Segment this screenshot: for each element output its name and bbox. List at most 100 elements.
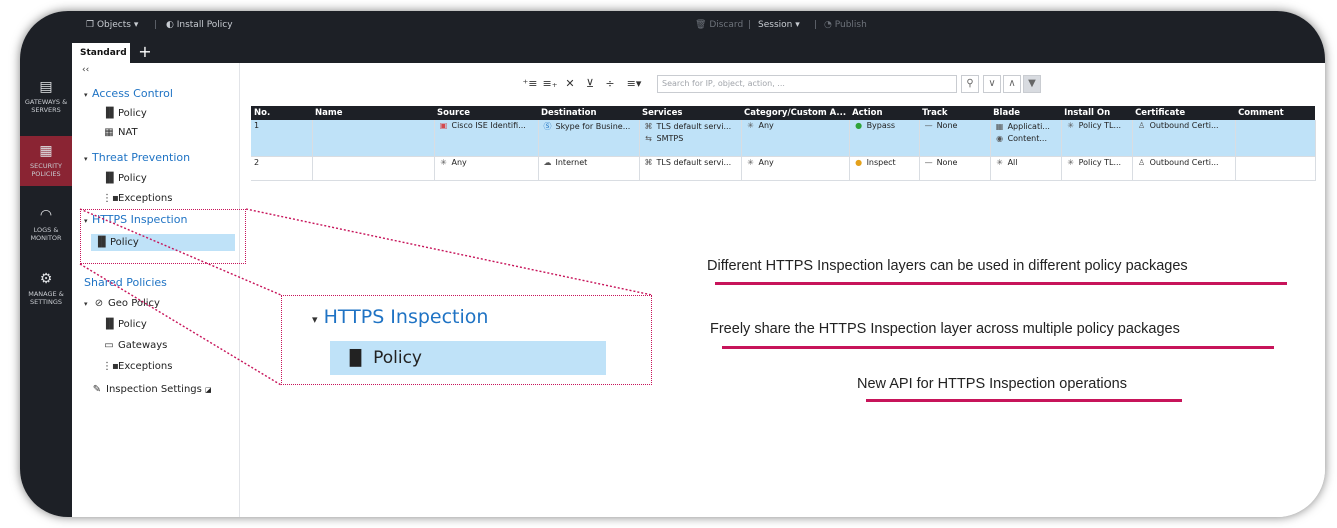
cell-blade[interactable]: ✳ All bbox=[990, 156, 1062, 181]
tree-tp-exceptions[interactable]: ⋮▪Exceptions bbox=[102, 193, 172, 204]
col-install-on[interactable]: Install On bbox=[1061, 106, 1133, 120]
delete-rule-icon[interactable]: ✕ bbox=[561, 75, 579, 93]
cell-comment[interactable] bbox=[1235, 120, 1316, 157]
cell-name[interactable] bbox=[312, 120, 435, 157]
external-window-icon: ◪ bbox=[205, 386, 212, 394]
add-tab-button[interactable]: + bbox=[136, 41, 154, 63]
separator: | bbox=[154, 20, 158, 30]
cell-comment[interactable] bbox=[1235, 156, 1316, 181]
chevron-down-icon: ▾ bbox=[84, 91, 88, 99]
col-track[interactable]: Track bbox=[919, 106, 991, 120]
table-row[interactable]: 1 ▣ Cisco ISE Identifi... Ⓢ Skype for Busi… bbox=[251, 120, 1316, 157]
objects-menu[interactable]: ❐ Objects ▾ bbox=[86, 20, 138, 30]
publish-icon: ◔ bbox=[824, 20, 832, 30]
policy-icon: ▐▌ bbox=[102, 108, 118, 119]
tab-bar: Standard + bbox=[72, 41, 1325, 63]
cell-track[interactable]: — None bbox=[919, 120, 991, 157]
table-row[interactable]: 2 ✳ Any ☁ Internet ⌘ TLS default servi... ✳… bbox=[251, 156, 1316, 181]
nav-logs-monitor[interactable]: ◠ LOGS & MONITOR bbox=[20, 207, 72, 257]
add-rule-below-icon[interactable]: ≡₊ bbox=[541, 75, 559, 93]
tree-exceptions[interactable]: ⋮▪Exceptions bbox=[102, 361, 172, 372]
tree-inspection-settings[interactable]: ✎ Inspection Settings ◪ bbox=[90, 384, 212, 395]
application-icon: ▦ bbox=[995, 122, 1004, 131]
search-icon[interactable]: ⚲ bbox=[961, 75, 979, 93]
any-icon: ✳ bbox=[996, 157, 1003, 167]
cell-action[interactable]: ● Bypass bbox=[849, 120, 920, 157]
chevron-down-icon[interactable]: ∨ bbox=[983, 75, 1001, 93]
cell-destination[interactable]: Ⓢ Skype for Busine... bbox=[538, 120, 640, 157]
tree-threat-prevention[interactable]: ▾ Threat Prevention bbox=[84, 151, 190, 164]
cell-source[interactable]: ✳ Any bbox=[434, 156, 539, 181]
cell-services[interactable]: ⌘ TLS default servi... bbox=[639, 156, 742, 181]
publish-button[interactable]: ◔ Publish bbox=[824, 20, 867, 30]
note-new-api: New API for HTTPS Inspection operations bbox=[857, 376, 1127, 392]
inspect-icon: ● bbox=[855, 157, 863, 167]
cell-install-on[interactable]: ✳ Policy TL... bbox=[1061, 120, 1133, 157]
collapse-icon[interactable]: ÷ bbox=[601, 75, 619, 93]
any-icon: ✳ bbox=[747, 157, 754, 167]
cell-destination[interactable]: ☁ Internet bbox=[538, 156, 640, 181]
cell-action[interactable]: ● Inspect bbox=[849, 156, 920, 181]
cell-certificate[interactable]: ♙ Outbound Certi... bbox=[1132, 156, 1236, 181]
tree-access-control[interactable]: ▾ Access Control bbox=[84, 87, 173, 100]
col-name[interactable]: Name bbox=[312, 106, 434, 120]
trash-icon: 🗑 bbox=[695, 20, 707, 30]
policy-icon: ▐▌ bbox=[344, 349, 368, 367]
tree-tp-policy[interactable]: ▐▌Policy bbox=[102, 173, 147, 184]
cell-track[interactable]: — None bbox=[919, 156, 991, 181]
cell-source[interactable]: ▣ Cisco ISE Identifi... bbox=[434, 120, 539, 157]
cell-name[interactable] bbox=[312, 156, 435, 181]
zoom-policy: ▐▌ Policy bbox=[330, 341, 606, 375]
separator: | bbox=[814, 20, 818, 30]
identity-icon: ▣ bbox=[439, 121, 448, 130]
chevron-down-icon: ▾ bbox=[312, 313, 318, 326]
service-group-icon: ⌘ bbox=[644, 157, 653, 167]
any-icon: ✳ bbox=[747, 121, 754, 130]
cell-no: 2 bbox=[251, 156, 313, 181]
any-icon: ✳ bbox=[1067, 121, 1074, 130]
cell-services[interactable]: ⌘ TLS default servi... ⇆ SMTPS bbox=[639, 120, 742, 157]
col-destination[interactable]: Destination bbox=[538, 106, 639, 120]
tab-standard[interactable]: Standard bbox=[72, 43, 130, 63]
filter-icon[interactable]: ▼ bbox=[1023, 75, 1041, 93]
gateways-icon: ▤ bbox=[39, 79, 53, 95]
collapse-tree-button[interactable]: ‹‹ bbox=[82, 65, 89, 75]
wrench-icon: ✎ bbox=[92, 384, 102, 395]
col-services[interactable]: Services bbox=[639, 106, 741, 120]
main-content: ⁺≡ ≡₊ ✕ ⊻ ÷ ≡▾ Search for IP, object, ac… bbox=[241, 63, 1325, 517]
search-input[interactable]: Search for IP, object, action, ... bbox=[657, 75, 957, 93]
tree-shared-policies[interactable]: Shared Policies bbox=[84, 276, 167, 289]
note-freely-share: Freely share the HTTPS Inspection layer … bbox=[710, 321, 1180, 337]
cell-certificate[interactable]: ♙ Outbound Certi... bbox=[1132, 120, 1236, 157]
col-source[interactable]: Source bbox=[434, 106, 538, 120]
cell-install-on[interactable]: ✳ Policy TL... bbox=[1061, 156, 1133, 181]
nav-manage-settings[interactable]: ⚙ MANAGE & SETTINGS bbox=[20, 271, 72, 321]
manage-settings-icon: ⚙ bbox=[39, 271, 53, 287]
view-options-icon[interactable]: ≡▾ bbox=[621, 75, 647, 93]
tree-geo-policy-sub[interactable]: ▐▌Policy bbox=[102, 319, 147, 330]
certificate-icon: ♙ bbox=[1137, 121, 1146, 130]
tree-ac-policy[interactable]: ▐▌Policy bbox=[102, 108, 147, 119]
add-rule-above-icon[interactable]: ⁺≡ bbox=[521, 75, 539, 93]
zoom-https-inspection: ▾ HTTPS Inspection bbox=[312, 306, 489, 328]
tree-gateways[interactable]: ▭ Gateways bbox=[102, 340, 167, 351]
nav-security-policies[interactable]: ▦ SECURITY POLICIES bbox=[20, 136, 72, 186]
col-blade[interactable]: Blade bbox=[990, 106, 1062, 120]
expand-icon[interactable]: ⊻ bbox=[581, 75, 599, 93]
col-no[interactable]: No. bbox=[251, 106, 312, 120]
nav-gateways-servers[interactable]: ▤ GATEWAYS & SERVERS bbox=[20, 79, 72, 129]
discard-button[interactable]: 🗑 Discard bbox=[695, 20, 743, 30]
col-action[interactable]: Action bbox=[849, 106, 920, 120]
install-policy-button[interactable]: ◐ Install Policy bbox=[166, 20, 233, 30]
col-comment[interactable]: Comment bbox=[1235, 106, 1316, 120]
session-menu[interactable]: Session ▾ bbox=[758, 20, 800, 30]
chevron-up-icon[interactable]: ∧ bbox=[1003, 75, 1021, 93]
tree-geo-policy[interactable]: ▾ ⊘ Geo Policy bbox=[84, 298, 160, 309]
tree-nat[interactable]: ▦ NAT bbox=[102, 127, 137, 138]
col-certificate[interactable]: Certificate bbox=[1132, 106, 1236, 120]
separator: | bbox=[748, 20, 752, 30]
cell-category[interactable]: ✳ Any bbox=[741, 120, 850, 157]
cell-category[interactable]: ✳ Any bbox=[741, 156, 850, 181]
cell-blade[interactable]: ▦ Applicati... ◉ Content... bbox=[990, 120, 1062, 157]
col-category[interactable]: Category/Custom A... bbox=[741, 106, 850, 120]
